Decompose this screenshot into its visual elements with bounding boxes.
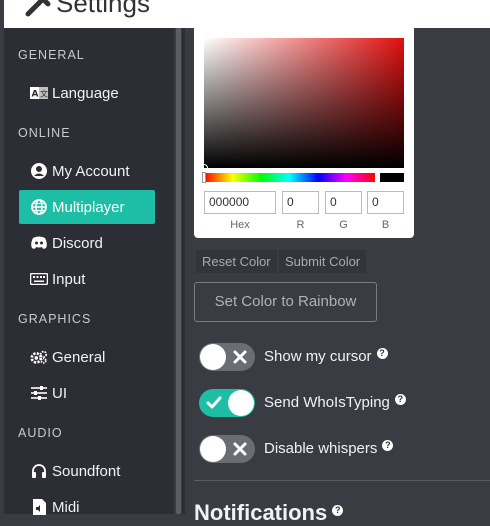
toggle-knob [200,344,226,370]
help-icon[interactable]: ? [394,394,406,405]
color-picker-popover: 000000 0 0 0 Hex R G B [194,28,414,238]
b-input[interactable]: 0 [367,191,404,214]
hue-slider[interactable] [202,172,375,183]
sidebar-item-label: Midi [52,498,80,516]
color-preview-swatch [380,173,404,182]
sidebar-item-input[interactable]: Input [19,262,155,296]
wrench-icon [24,0,52,18]
toggle-label-text: Send WhoIsTyping [264,394,390,411]
sidebar-item-ui[interactable]: UI [19,376,155,410]
r-label: R [296,219,305,231]
sidebar-item-language[interactable]: A文 Language [19,76,155,110]
sidebar-divider [182,28,185,514]
keyboard-icon [30,271,48,287]
sidebar-item-soundfont[interactable]: Soundfont [19,454,155,488]
g-input[interactable]: 0 [325,191,362,214]
discord-icon [30,235,48,251]
toggle-knob [200,436,226,462]
section-general: GENERAL [18,48,85,62]
help-icon[interactable]: ? [382,440,394,451]
sidebar-item-label: Discord [52,234,103,252]
sidebar-item-label: Multiplayer [52,198,125,216]
section-online: ONLINE [18,126,71,140]
sidebar-item-general[interactable]: General [19,340,155,374]
sidebar-item-label: Language [52,84,119,102]
show-cursor-label: Show my cursor? [264,348,388,365]
sidebar-item-label: General [52,348,106,366]
disable-whispers-label: Disable whispers? [264,440,394,457]
toggle-label-text: Show my cursor [264,348,372,365]
window-titlebar: Settings [4,0,490,28]
help-icon[interactable]: ? [376,348,388,359]
sidebar-item-label: UI [52,384,67,402]
sidebar-item-my-account[interactable]: My Account [19,154,155,188]
language-icon: A文 [30,85,48,101]
x-icon [233,350,247,364]
globe-icon [30,199,48,215]
show-cursor-toggle[interactable] [199,343,255,371]
toggle-label-text: Disable whispers [264,440,378,457]
check-icon [206,396,222,409]
g-label: G [339,219,348,231]
section-audio: AUDIO [18,426,63,440]
r-input[interactable]: 0 [282,191,319,214]
section-heading-text: Notifications [194,500,328,525]
color-cursor[interactable] [200,164,208,172]
sidebar-scrollbar[interactable] [176,28,181,514]
hex-label: Hex [230,219,250,231]
svg-text:A: A [32,90,39,100]
window-title: Settings [56,0,150,18]
reset-color-button[interactable]: Reset Color [196,250,277,273]
sidebar-item-multiplayer[interactable]: Multiplayer [19,190,155,224]
hex-input[interactable]: 000000 [204,191,276,214]
sidebar-item-midi[interactable]: Midi [19,490,155,524]
account-icon [30,163,48,179]
file-audio-icon [30,499,48,515]
sidebar-item-label: My Account [52,162,130,180]
headphones-icon [30,463,48,479]
svg-text:文: 文 [40,89,48,99]
toggle-knob [228,390,254,416]
send-whoistyping-label: Send WhoIsTyping? [264,394,406,411]
saturation-value-area[interactable] [200,38,404,172]
disable-whispers-toggle[interactable] [199,435,255,463]
sidebar-item-discord[interactable]: Discord [19,226,155,260]
submit-color-button[interactable]: Submit Color [279,250,367,273]
section-graphics: GRAPHICS [18,312,92,326]
section-divider [194,480,490,481]
send-whoistyping-toggle[interactable] [199,389,255,417]
x-icon [233,442,247,456]
gears-icon [30,349,48,365]
b-label: B [381,219,390,231]
sliders-icon [30,385,48,401]
set-rainbow-button[interactable]: Set Color to Rainbow [194,282,377,322]
sidebar-item-label: Input [52,270,86,288]
hue-handle[interactable] [202,172,206,183]
notifications-heading: Notifications? [194,500,344,526]
sidebar-item-label: Soundfont [52,462,121,480]
